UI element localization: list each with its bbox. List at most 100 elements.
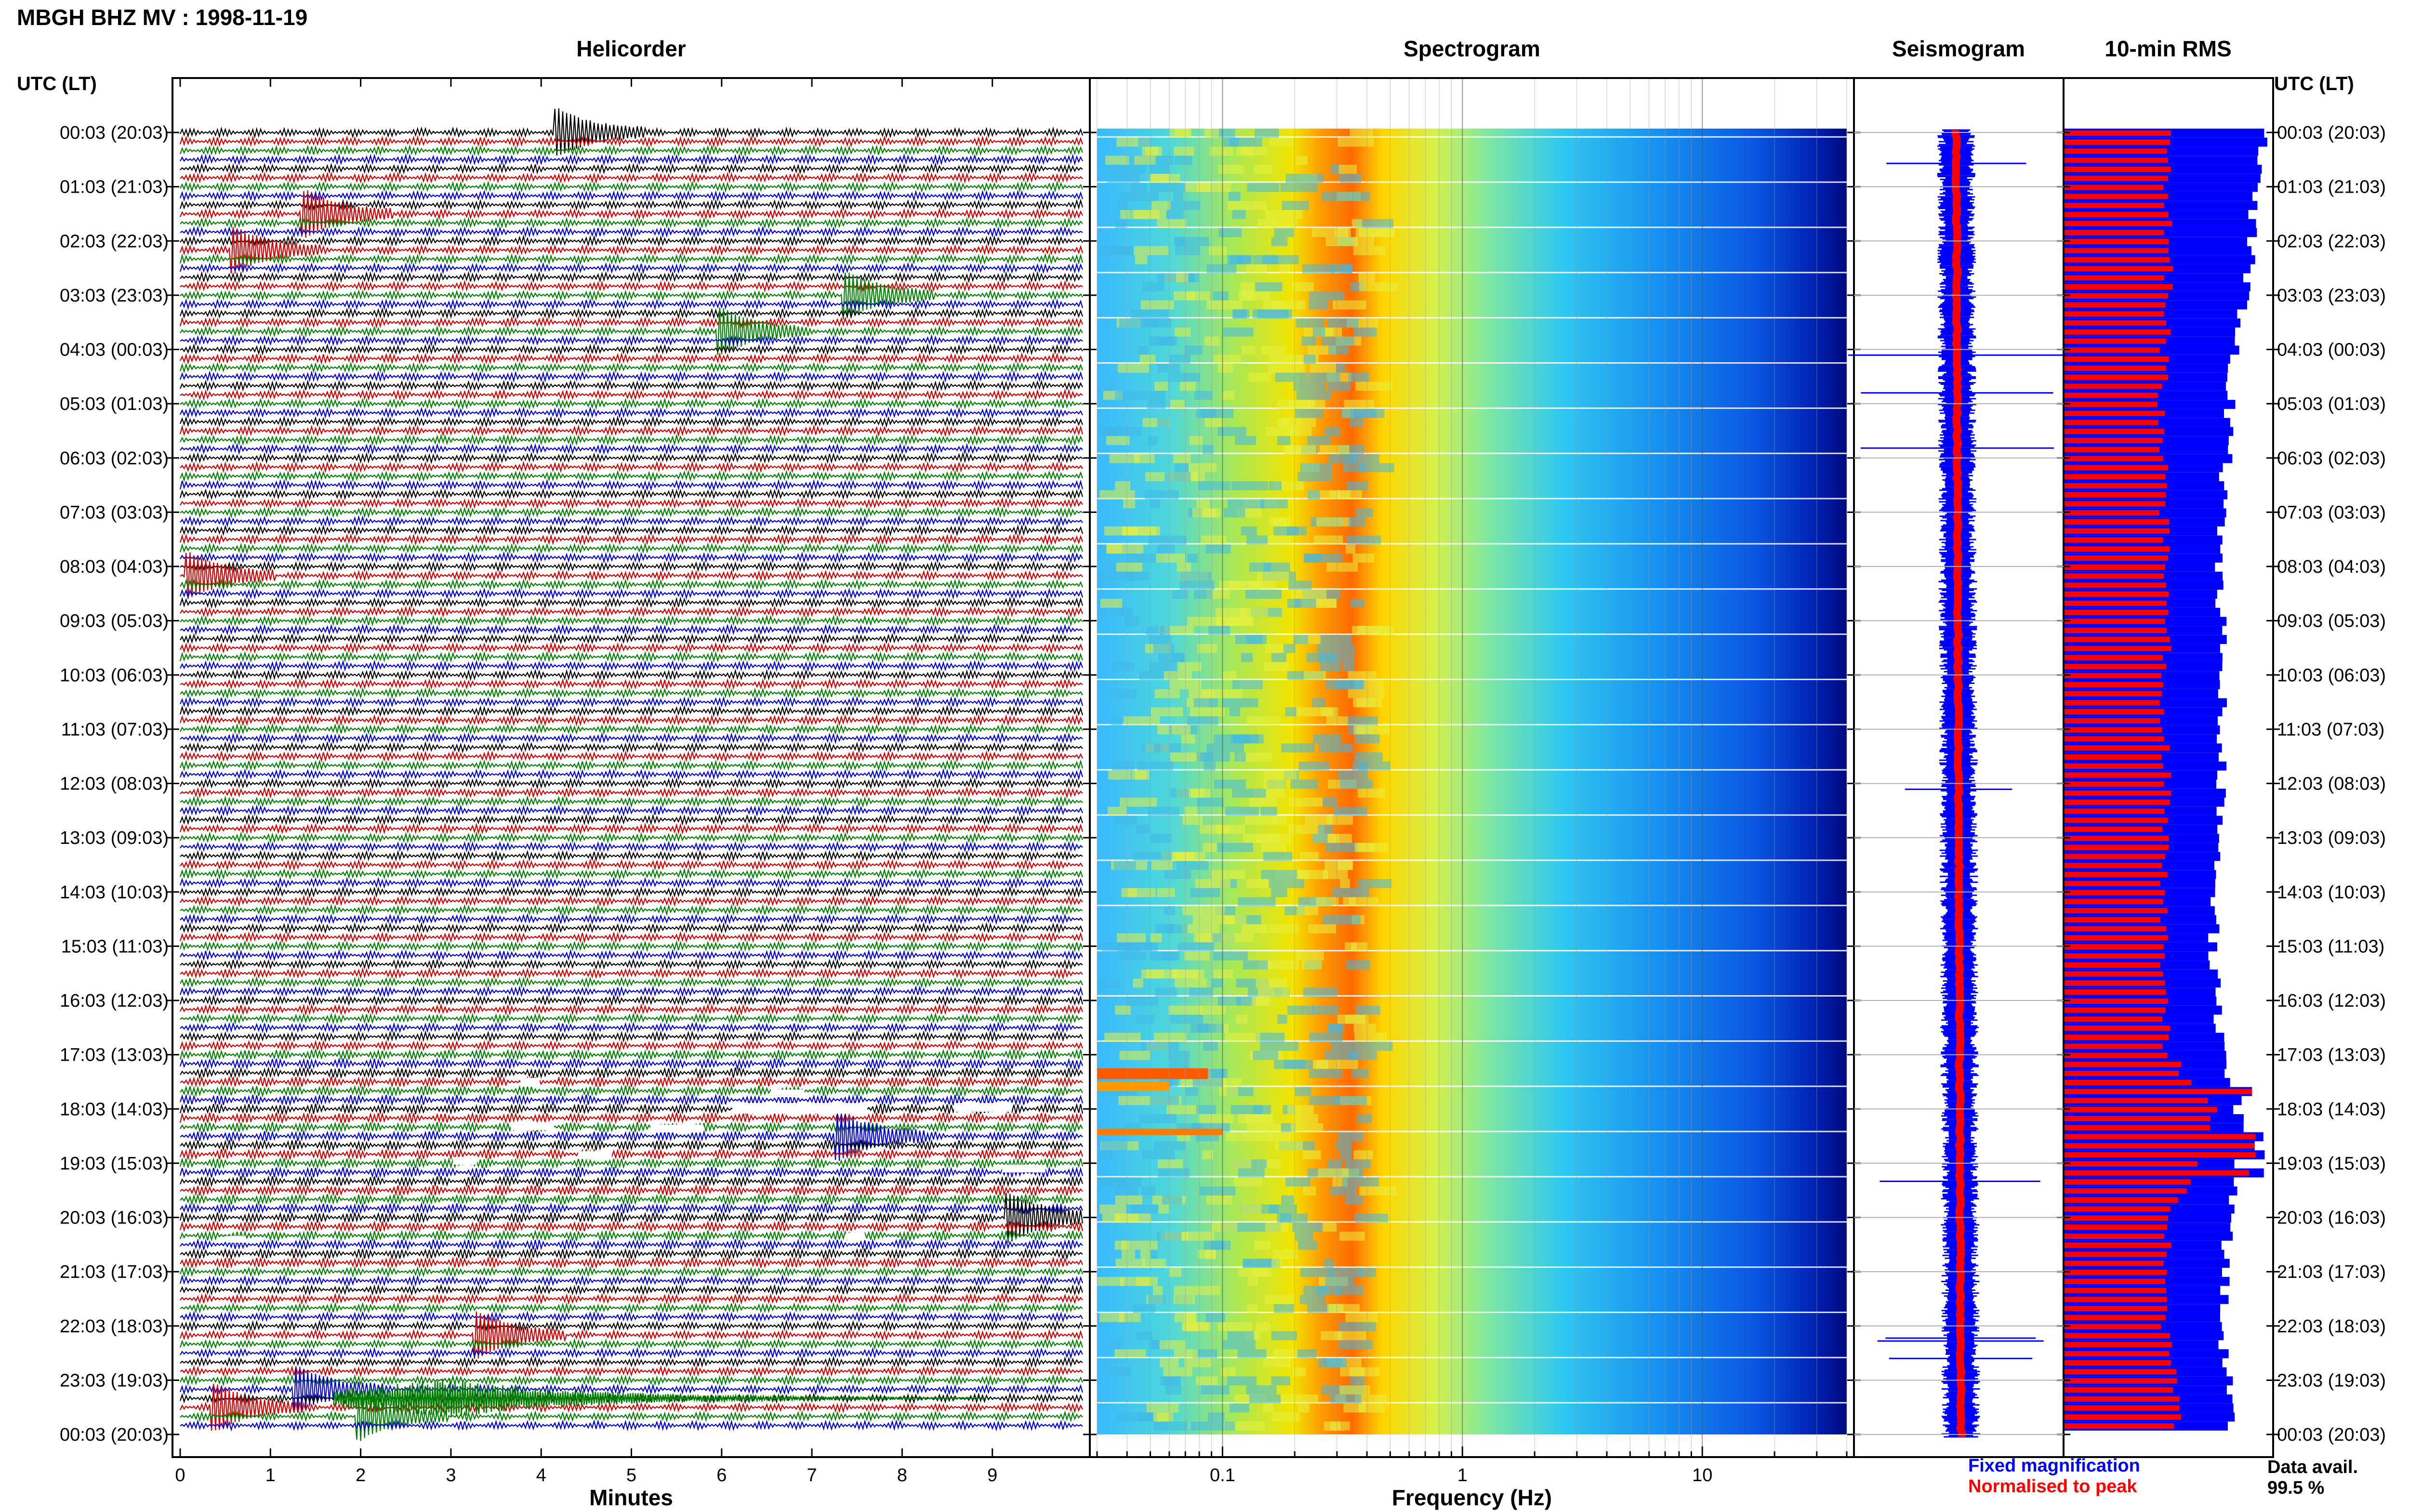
spectrogram-speckle bbox=[1271, 1376, 1290, 1386]
spectrogram-speckle bbox=[1138, 1114, 1177, 1123]
rms-bar-normalised bbox=[2065, 817, 2168, 823]
spectrogram-speckle bbox=[1243, 960, 1268, 970]
spectrogram-speckle bbox=[1116, 1412, 1153, 1422]
spectrogram-speckle bbox=[1174, 327, 1191, 337]
helicorder-trace bbox=[179, 415, 1084, 428]
rms-bar-normalised bbox=[2065, 184, 2164, 190]
spectrogram-speckle bbox=[1329, 1024, 1341, 1033]
spectrogram-speckle bbox=[1169, 129, 1190, 138]
spectrogram-speckle bbox=[1147, 1403, 1179, 1413]
spectrogram-speckle bbox=[1232, 210, 1246, 219]
spectrogram-speckle bbox=[1289, 798, 1323, 807]
spectrogram-speckle bbox=[1253, 1051, 1278, 1060]
spectrogram-speckle bbox=[1120, 192, 1159, 201]
spectrogram-speckle bbox=[1133, 1304, 1155, 1313]
spectrogram-speckle bbox=[1327, 381, 1350, 391]
spectrogram-speckle bbox=[1107, 806, 1127, 816]
figure-title: MBGH BHZ MV : 1998-11-19 bbox=[17, 5, 307, 30]
spectrogram-speckle bbox=[1196, 499, 1210, 509]
helicorder-trace bbox=[180, 515, 1083, 528]
spectrogram-speckle bbox=[1144, 490, 1179, 500]
spectrogram-speckle bbox=[1239, 291, 1255, 301]
spectrogram-speckle bbox=[1199, 906, 1225, 916]
time-tick-right: 00:03 (20:03) bbox=[2277, 1425, 2386, 1445]
rms-bar-normalised bbox=[2065, 1305, 2168, 1312]
spectrogram-speckle bbox=[1295, 599, 1316, 608]
spectrogram-speckle bbox=[1150, 1096, 1179, 1105]
spectrogram-speckle bbox=[1106, 427, 1142, 436]
spectrogram-speckle bbox=[1301, 960, 1322, 970]
time-tick-right: 16:03 (12:03) bbox=[2277, 991, 2386, 1011]
spectrogram-speckle bbox=[1337, 137, 1374, 147]
helicorder-trace bbox=[180, 1012, 1083, 1025]
spectrogram-speckle bbox=[1344, 400, 1375, 409]
spectrogram-speckle bbox=[1285, 1177, 1310, 1187]
spectrogram-speckle bbox=[1260, 806, 1277, 816]
spectrogram-speckle bbox=[1338, 1060, 1358, 1069]
helicorder-trace bbox=[180, 912, 1083, 925]
spectrogram-speckle bbox=[1149, 165, 1169, 174]
spectrogram-speckle bbox=[1246, 716, 1281, 725]
rms-bar-normalised bbox=[2065, 998, 2168, 1004]
spectrogram-speckle bbox=[1247, 1123, 1281, 1132]
spectrogram-speckle bbox=[1150, 933, 1162, 943]
data-availability-label: Data avail. bbox=[2267, 1457, 2358, 1477]
spectrogram-speckle bbox=[1246, 1385, 1277, 1394]
spectrogram-speckle bbox=[1288, 580, 1312, 590]
spectrogram-speckle bbox=[1172, 725, 1191, 735]
helicorder-trace bbox=[180, 460, 1083, 473]
spectrogram-speckle bbox=[1164, 671, 1192, 681]
spectrogram-speckle bbox=[1331, 1041, 1358, 1051]
helicorder-trace bbox=[179, 831, 1083, 844]
spectrogram-speckle bbox=[1269, 879, 1304, 888]
spectrogram-speckle bbox=[1246, 535, 1268, 545]
spectrogram-speckle bbox=[1176, 273, 1189, 283]
spectrogram-row-gap bbox=[1097, 226, 1847, 228]
spectrogram-speckle bbox=[1359, 1186, 1397, 1196]
spectrogram-speckle bbox=[1127, 997, 1159, 1006]
spectrogram-speckle bbox=[1257, 987, 1289, 997]
spectrogram-speckle bbox=[1279, 264, 1290, 274]
spectrogram-speckle bbox=[1202, 689, 1228, 698]
spectrogram-speckle bbox=[1133, 978, 1143, 988]
spectrogram-speckle bbox=[1173, 454, 1191, 463]
spectrogram-speckle bbox=[1208, 1286, 1220, 1295]
spectrogram-speckle bbox=[1223, 137, 1239, 147]
spectrogram-speckle bbox=[1232, 680, 1263, 689]
spectrogram-speckle bbox=[1343, 662, 1354, 671]
rms-bar-normalised bbox=[2065, 410, 2165, 416]
spectrogram-speckle bbox=[1354, 1213, 1389, 1223]
spectrogram-speckle bbox=[1254, 165, 1273, 174]
spectrogram-row-gap bbox=[1097, 679, 1847, 681]
spectrogram-speckle bbox=[1300, 852, 1319, 861]
helicorder-trace bbox=[180, 1238, 1083, 1251]
rms-bar-normalised bbox=[2065, 935, 2168, 941]
spectrogram-speckle bbox=[1174, 463, 1189, 473]
spectrogram-speckle bbox=[1345, 544, 1355, 554]
spectrogram-speckle bbox=[1324, 1421, 1341, 1431]
spectrogram-speckle bbox=[1198, 1114, 1233, 1123]
rms-bar-normalised bbox=[2065, 1206, 2171, 1212]
spectrogram-speckle bbox=[1220, 1367, 1236, 1377]
spectrogram-speckle bbox=[1339, 173, 1361, 183]
time-tick-left: 16:03 (12:03) bbox=[60, 991, 169, 1011]
spectrogram-speckle bbox=[1099, 571, 1132, 581]
spectrogram-speckle bbox=[1348, 517, 1365, 526]
spectrogram-speckle bbox=[1206, 264, 1237, 274]
spectrogram-speckle bbox=[1353, 1150, 1373, 1159]
rms-bar-normalised bbox=[2065, 555, 2168, 561]
spectrogram-speckle bbox=[1303, 671, 1326, 681]
spectrogram-speckle bbox=[1265, 1223, 1288, 1232]
spectrogram-speckle bbox=[1213, 291, 1229, 301]
spectrogram-speckle bbox=[1170, 400, 1185, 409]
time-tick-right: 05:03 (01:03) bbox=[2277, 394, 2386, 414]
spectrogram-speckle bbox=[1195, 879, 1231, 888]
helicorder-trace bbox=[179, 1175, 1084, 1188]
rms-bar-normalised bbox=[2065, 691, 2162, 697]
spectrogram-speckle bbox=[1133, 852, 1172, 861]
helicorder-trace bbox=[180, 506, 1083, 519]
spectrogram-speckle bbox=[1289, 427, 1311, 436]
rms-bar-normalised bbox=[2065, 447, 2159, 452]
helicorder-trace bbox=[179, 144, 1084, 157]
spectrogram-speckle bbox=[1206, 743, 1244, 753]
